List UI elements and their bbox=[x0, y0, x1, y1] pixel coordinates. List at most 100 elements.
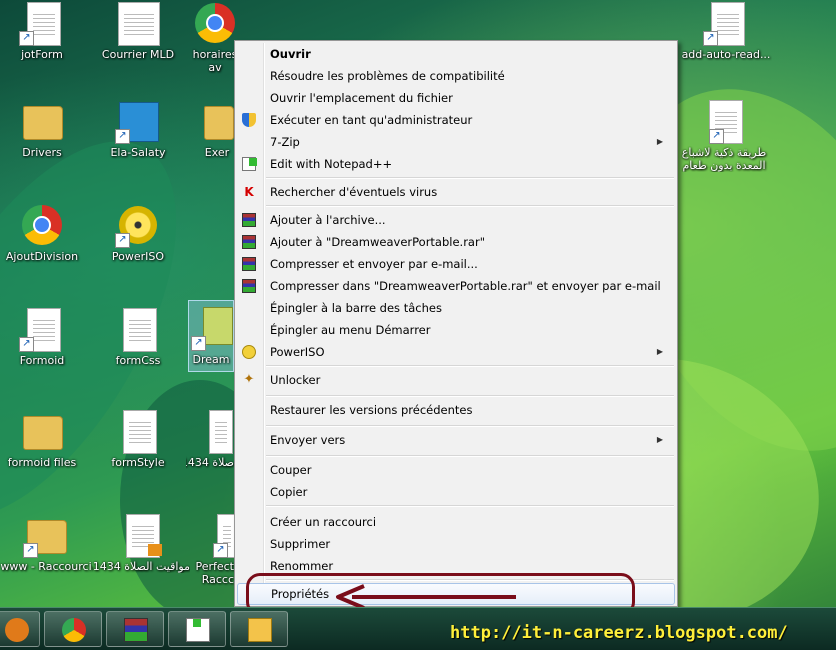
shortcut-arrow-icon: ↗ bbox=[115, 233, 130, 248]
desktop-icon-formoid-files[interactable]: formoid files bbox=[0, 408, 84, 469]
outlook-icon bbox=[248, 618, 272, 642]
desktop-icon-salat-1434[interactable]: صلاة 1434ه bbox=[186, 408, 234, 469]
ela-salaty-icon: ↗ bbox=[115, 98, 161, 144]
desktop-icon-courrier-mld[interactable]: Courrier MLD bbox=[96, 0, 180, 61]
desktop-icon-label: Exer bbox=[204, 146, 230, 159]
menu-item-restore-versions[interactable]: Restaurer les versions précédentes bbox=[237, 399, 675, 421]
submenu-arrow-icon: ▶ bbox=[656, 347, 663, 356]
shortcut-arrow-icon: ↗ bbox=[19, 337, 34, 352]
menu-item-add-to-rar[interactable]: Ajouter à "DreamweaverPortable.rar" bbox=[237, 231, 675, 253]
text-file-icon bbox=[115, 408, 161, 454]
menu-separator bbox=[266, 395, 674, 397]
spreadsheet-icon bbox=[118, 512, 164, 558]
desktop-icon-www-raccourci[interactable]: ↗ www - Raccourci bbox=[0, 512, 92, 573]
shortcut-arrow-icon: ↗ bbox=[19, 31, 34, 46]
menu-separator bbox=[266, 505, 674, 507]
desktop-icon-label: formCss bbox=[115, 354, 161, 367]
menu-item-open-file-location[interactable]: Ouvrir l'emplacement du fichier bbox=[237, 87, 675, 109]
menu-item-7zip[interactable]: 7-Zip ▶ bbox=[237, 131, 675, 153]
menu-item-send-to[interactable]: Envoyer vers ▶ bbox=[237, 429, 675, 451]
desktop-icon-label: www - Raccourci bbox=[0, 560, 92, 573]
poweriso-disc-icon: ↗ bbox=[115, 202, 161, 248]
desktop-icon-formoid[interactable]: ↗ Formoid bbox=[0, 306, 84, 367]
menu-item-label: Compresser dans "DreamweaverPortable.rar… bbox=[270, 279, 661, 293]
menu-item-cut[interactable]: Couper bbox=[237, 459, 675, 481]
desktop-icon-poweriso[interactable]: ↗ PowerISO bbox=[96, 202, 180, 263]
desktop-icon-label: add-auto-read... bbox=[681, 48, 771, 61]
context-menu: Ouvrir Résoudre les problèmes de compati… bbox=[234, 40, 678, 607]
desktop-icon-label: Perfect Raccc bbox=[195, 560, 234, 586]
menu-item-label: Edit with Notepad++ bbox=[270, 157, 393, 171]
menu-item-label: Ajouter à "DreamweaverPortable.rar" bbox=[270, 235, 486, 249]
desktop-icon-label: Courrier MLD bbox=[101, 48, 175, 61]
dreamweaver-icon: ↗ bbox=[191, 305, 233, 351]
menu-item-edit-notepadpp[interactable]: Edit with Notepad++ bbox=[237, 153, 675, 175]
menu-item-label: Rechercher d'éventuels virus bbox=[270, 185, 438, 199]
menu-item-troubleshoot-compatibility[interactable]: Résoudre les problèmes de compatibilité bbox=[237, 65, 675, 87]
text-file-icon bbox=[187, 408, 233, 454]
watermark-url: http://it-n-careerz.blogspot.com/ bbox=[450, 623, 788, 643]
submenu-arrow-icon: ▶ bbox=[656, 435, 663, 444]
shortcut-arrow-icon: ↗ bbox=[115, 129, 130, 144]
desktop-icon-ajout-division[interactable]: AjoutDivision bbox=[0, 202, 84, 263]
desktop-icon-jotform[interactable]: ↗ jotForm bbox=[0, 0, 84, 61]
winrar-icon bbox=[124, 618, 148, 642]
menu-separator bbox=[266, 425, 674, 427]
magic-wand-icon: ✦ bbox=[243, 372, 255, 387]
shortcut-arrow-icon: ↗ bbox=[191, 336, 206, 351]
menu-item-create-shortcut[interactable]: Créer un raccourci bbox=[237, 511, 675, 533]
desktop-icon-perfect[interactable]: ↗ Perfect Raccc bbox=[192, 512, 237, 586]
taskbar-notepadpp-button[interactable] bbox=[168, 611, 226, 647]
folder-icon bbox=[19, 408, 65, 454]
notepad-plus-icon bbox=[186, 618, 210, 642]
menu-item-label: Envoyer vers bbox=[270, 433, 346, 447]
notepad-plus-icon bbox=[242, 157, 257, 171]
winrar-icon bbox=[242, 279, 256, 293]
poweriso-icon bbox=[242, 345, 256, 359]
document-icon: ↗ bbox=[193, 512, 237, 558]
submenu-arrow-icon: ▶ bbox=[656, 137, 663, 146]
desktop-icon-label: مواقيت الصلاة 1434ه bbox=[92, 560, 190, 573]
taskbar-winrar-button[interactable] bbox=[106, 611, 164, 647]
notepad-plus-icon: ↗ bbox=[703, 0, 749, 46]
taskbar-media-player-button[interactable] bbox=[0, 611, 40, 647]
document-icon: ↗ bbox=[19, 306, 65, 352]
menu-item-delete[interactable]: Supprimer bbox=[237, 533, 675, 555]
menu-item-unlocker[interactable]: ✦ Unlocker bbox=[237, 369, 675, 391]
desktop-icon-formcss[interactable]: formCss bbox=[96, 306, 180, 367]
desktop-icon-exer[interactable]: Exer bbox=[200, 98, 234, 159]
desktop-icon-formstyle[interactable]: formStyle bbox=[96, 408, 180, 469]
menu-item-run-as-admin[interactable]: Exécuter en tant qu'administrateur bbox=[237, 109, 675, 131]
menu-item-compress-rar-email[interactable]: Compresser dans "DreamweaverPortable.rar… bbox=[237, 275, 675, 297]
desktop-icon-label: صلاة 1434ه bbox=[186, 456, 234, 469]
taskbar-chrome-button[interactable] bbox=[44, 611, 102, 647]
menu-item-compress-email[interactable]: Compresser et envoyer par e-mail... bbox=[237, 253, 675, 275]
shortcut-arrow-icon: ↗ bbox=[213, 543, 228, 558]
desktop-icon-add-auto-read[interactable]: ↗ add-auto-read... bbox=[680, 0, 772, 61]
menu-item-pin-start[interactable]: Épingler au menu Démarrer bbox=[237, 319, 675, 341]
menu-separator bbox=[266, 177, 674, 179]
desktop-icon-arabic-article[interactable]: ↗ طريقة ذكية لاشباع المعدة بدون طعام bbox=[672, 98, 776, 172]
menu-item-scan-virus[interactable]: K Rechercher d'éventuels virus bbox=[237, 181, 675, 203]
menu-item-pin-taskbar[interactable]: Épingler à la barre des tâches bbox=[237, 297, 675, 319]
menu-item-open[interactable]: Ouvrir bbox=[237, 43, 675, 65]
word-document-icon: ↗ bbox=[701, 98, 747, 144]
uac-shield-icon bbox=[242, 113, 256, 127]
menu-separator bbox=[266, 455, 674, 457]
shortcut-arrow-icon: ↗ bbox=[709, 129, 724, 144]
dreamweaver-logo bbox=[203, 307, 233, 345]
desktop-icon-mawaqit-salat[interactable]: مواقيت الصلاة 1434ه bbox=[92, 512, 190, 573]
menu-item-copy[interactable]: Copier bbox=[237, 481, 675, 503]
desktop-icon-ela-salaty[interactable]: ↗ Ela-Salaty bbox=[96, 98, 180, 159]
desktop-icon-label: طريقة ذكية لاشباع المعدة بدون طعام bbox=[681, 146, 767, 172]
menu-item-label: Compresser et envoyer par e-mail... bbox=[270, 257, 478, 271]
desktop-icon-horaires[interactable]: horaires av bbox=[192, 0, 238, 74]
desktop-icon-dreamweaver-selected[interactable]: ↗ Dream bbox=[188, 300, 234, 372]
desktop-icon-label: formoid files bbox=[7, 456, 77, 469]
taskbar-outlook-button[interactable] bbox=[230, 611, 288, 647]
shortcut-arrow-icon: ↗ bbox=[703, 31, 718, 46]
menu-item-add-to-archive[interactable]: Ajouter à l'archive... bbox=[237, 209, 675, 231]
desktop-icon-drivers[interactable]: Drivers bbox=[0, 98, 84, 159]
menu-separator bbox=[266, 365, 674, 367]
menu-item-poweriso[interactable]: PowerISO ▶ bbox=[237, 341, 675, 363]
